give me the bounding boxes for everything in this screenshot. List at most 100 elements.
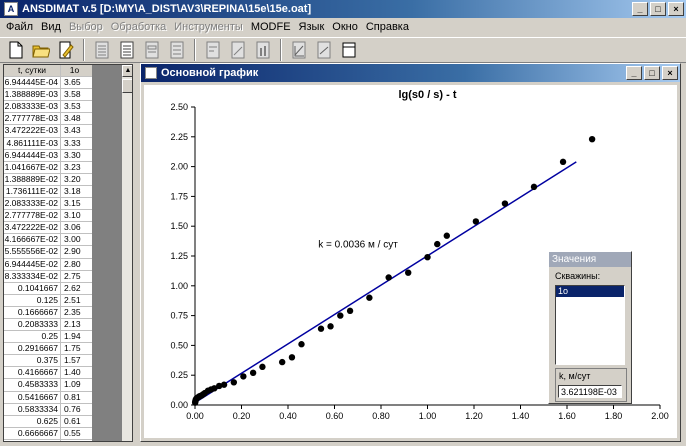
menu-processing[interactable]: Обработка [107, 21, 170, 33]
graph-close-button[interactable]: × [662, 66, 678, 80]
cell-time[interactable]: 0.25 [4, 331, 61, 343]
cell-value[interactable]: 3.43 [61, 125, 88, 136]
edit-button[interactable] [54, 38, 78, 62]
menu-language[interactable]: Язык [295, 21, 329, 33]
well-item-selected[interactable]: 1о [556, 286, 624, 297]
cell-value[interactable]: 2.80 [61, 259, 88, 270]
bars-doc-button[interactable] [251, 38, 275, 62]
menu-window[interactable]: Окно [328, 21, 362, 33]
main-graph-window[interactable]: Основной график _ □ × lg(s0 / s) - t 0.00… [140, 63, 681, 442]
cell-time[interactable]: 6.944445E-02 [4, 258, 61, 270]
cell-value[interactable]: 3.65 [61, 77, 88, 88]
cell-value[interactable]: 0.81 [61, 392, 88, 403]
cell-value[interactable]: 2.90 [61, 246, 88, 257]
cell-value[interactable]: 3.06 [61, 222, 88, 233]
menu-tools[interactable]: Инструменты [170, 21, 247, 33]
doc-button-2[interactable] [115, 38, 139, 62]
cell-time[interactable]: 0.625 [4, 415, 61, 427]
menu-modfe[interactable]: MODFE [247, 21, 295, 33]
window-button[interactable] [337, 38, 361, 62]
cell-time[interactable]: 0.125 [4, 294, 61, 306]
cell-value[interactable]: 1.40 [61, 367, 88, 378]
cell-time[interactable]: 1.388889E-02 [4, 173, 61, 185]
k-value-field[interactable]: 3.621198E-03 [558, 385, 622, 398]
cell-time[interactable]: 2.083333E-03 [4, 101, 61, 113]
cell-time[interactable]: 1.388889E-03 [4, 89, 61, 101]
cell-time[interactable]: 8.333334E-02 [4, 270, 61, 282]
values-panel[interactable]: Значения Скважины: 1о k, м/сут 3.621198E… [548, 251, 632, 404]
doc-button-1[interactable] [90, 38, 114, 62]
scroll-up-arrow[interactable]: ▲ [122, 65, 132, 77]
cell-value[interactable]: 3.20 [61, 174, 88, 185]
table-scrollbar[interactable]: ▲ [122, 65, 132, 441]
doc-button-4[interactable] [165, 38, 189, 62]
cell-time[interactable]: 0.1041667 [4, 282, 61, 294]
cell-value[interactable]: 0.43 [61, 440, 88, 441]
cell-value[interactable]: 2.13 [61, 319, 88, 330]
menu-help[interactable]: Справка [362, 21, 413, 33]
cell-time[interactable]: 3.472222E-02 [4, 222, 61, 234]
plot-button-2[interactable] [312, 38, 336, 62]
cell-time[interactable]: 2.083333E-02 [4, 198, 61, 210]
cell-value[interactable]: 0.61 [61, 416, 88, 427]
cell-value[interactable]: 1.75 [61, 343, 88, 354]
doc-button-5[interactable] [201, 38, 225, 62]
cell-value[interactable]: 3.18 [61, 186, 88, 197]
cell-time[interactable]: 6.944445E-04 [4, 77, 61, 89]
cell-value[interactable]: 0.55 [61, 428, 88, 439]
cell-time[interactable]: 0.1666667 [4, 306, 61, 318]
cell-time[interactable]: 0.4166667 [4, 367, 61, 379]
cell-value[interactable]: 3.33 [61, 138, 88, 149]
graph-minimize-button[interactable]: _ [626, 66, 642, 80]
cell-value[interactable]: 3.48 [61, 113, 88, 124]
cell-time[interactable]: 0.4583333 [4, 379, 61, 391]
cell-time[interactable]: 0.6666667 [4, 427, 61, 439]
cell-time[interactable]: 0.5833334 [4, 403, 61, 415]
scroll-thumb[interactable] [122, 79, 132, 93]
cell-time[interactable]: 0.75 [4, 439, 61, 441]
cell-time[interactable]: 1.041667E-02 [4, 161, 61, 173]
wells-list[interactable]: 1о [555, 285, 625, 365]
cell-value[interactable]: 3.15 [61, 198, 88, 209]
cell-value[interactable]: 2.35 [61, 307, 88, 318]
cell-time[interactable]: 2.777778E-02 [4, 210, 61, 222]
cell-value[interactable]: 1.09 [61, 379, 88, 390]
cell-time[interactable]: 4.166667E-02 [4, 234, 61, 246]
cell-time[interactable]: 1.736111E-02 [4, 185, 61, 198]
column-header-well[interactable]: 1о [61, 65, 88, 76]
cell-value[interactable]: 2.62 [61, 283, 88, 294]
cell-value[interactable]: 0.76 [61, 404, 88, 415]
cell-time[interactable]: 0.5416667 [4, 391, 61, 403]
cell-value[interactable]: 1.57 [61, 355, 88, 366]
cell-time[interactable]: 5.555556E-02 [4, 246, 61, 258]
cell-time[interactable]: 0.2916667 [4, 343, 61, 355]
plot-button-1[interactable] [287, 38, 311, 62]
graph-maximize-button[interactable]: □ [644, 66, 660, 80]
close-button[interactable]: × [668, 2, 684, 16]
graph-titlebar[interactable]: Основной график _ □ × [141, 64, 680, 82]
menu-file[interactable]: Файл [2, 21, 37, 33]
cell-value[interactable]: 3.30 [61, 150, 88, 161]
doc-button-3[interactable] [140, 38, 164, 62]
cell-value[interactable]: 2.51 [61, 295, 88, 306]
cell-value[interactable]: 3.58 [61, 89, 88, 100]
menu-select[interactable]: Выбор [65, 21, 107, 33]
cell-time[interactable]: 0.2083333 [4, 318, 61, 331]
cell-value[interactable]: 3.53 [61, 101, 88, 112]
cell-value[interactable]: 3.00 [61, 234, 88, 245]
column-header-time[interactable]: t, сутки [4, 65, 61, 77]
values-panel-title[interactable]: Значения [549, 252, 631, 267]
cell-value[interactable]: 3.23 [61, 162, 88, 173]
cell-time[interactable]: 6.944444E-03 [4, 149, 61, 161]
cell-value[interactable]: 2.75 [61, 271, 88, 282]
menu-view[interactable]: Вид [37, 21, 65, 33]
plot-area[interactable]: lg(s0 / s) - t 0.00 0.25 0.50 0.75 1.00 1.25 1.… [144, 85, 677, 438]
cell-time[interactable]: 2.777778E-03 [4, 113, 61, 125]
new-file-button[interactable] [4, 38, 28, 62]
minimize-button[interactable]: _ [632, 2, 648, 16]
cell-time[interactable]: 0.375 [4, 355, 61, 367]
chart-doc-button[interactable] [226, 38, 250, 62]
data-table[interactable]: t, сутки 1о 6.944445E-04 3.65 1.388889E-03 3.… [3, 64, 133, 442]
maximize-button[interactable]: □ [650, 2, 666, 16]
cell-time[interactable]: 4.861111E-03 [4, 137, 61, 149]
